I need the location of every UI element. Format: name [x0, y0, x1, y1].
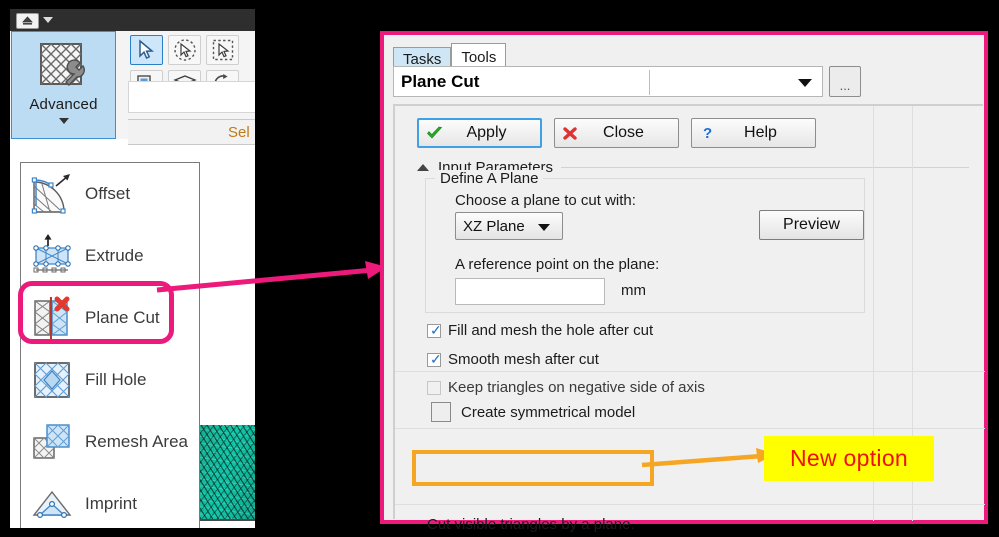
checkbox-fill-and-mesh[interactable]: ✓ Fill and mesh the hole after cut: [427, 322, 653, 339]
chevron-down-icon[interactable]: [43, 17, 53, 23]
new-option-label: New option: [789, 445, 909, 471]
advanced-flyout-menu: Offset Extrude Plane Cut Fill Hole Remes…: [20, 162, 200, 528]
dialog-title-row: Plane Cut ...: [393, 66, 961, 97]
page-title: Plane Cut: [401, 72, 480, 91]
circle-select-tool[interactable]: [168, 35, 201, 65]
remesh-area-icon: [29, 418, 77, 466]
menu-item-extrude[interactable]: Extrude: [21, 225, 199, 287]
menu-item-fill-hole[interactable]: Fill Hole: [21, 349, 199, 411]
green-check-icon: [419, 126, 449, 141]
chevron-down-icon[interactable]: [538, 224, 550, 231]
define-a-plane-legend: Define A Plane: [435, 170, 544, 187]
help-button-label: Help: [744, 124, 777, 141]
combobox-divider: [649, 70, 650, 95]
chevron-down-icon[interactable]: [798, 79, 812, 87]
reference-point-unit: mm: [621, 282, 646, 299]
application-window: Advanced Sel Offset Extrude Plane Cut Fi…: [10, 9, 255, 528]
chevron-down-icon[interactable]: [58, 118, 69, 124]
menu-item-label: Imprint: [85, 494, 137, 513]
reference-point-input[interactable]: [455, 278, 605, 305]
app-button-icon[interactable]: [16, 13, 39, 29]
imprint-icon: [29, 480, 77, 528]
plane-select-value: XZ Plane: [463, 217, 525, 235]
plane-select[interactable]: XZ Plane: [455, 212, 563, 240]
checkbox-label: Create symmetrical model: [461, 403, 636, 421]
apply-button[interactable]: Apply: [417, 118, 542, 148]
menu-item-label: Remesh Area: [85, 432, 188, 451]
checkbox-label: Smooth mesh after cut: [448, 351, 599, 368]
status-message: Cut visible triangles by a plane.: [427, 516, 635, 533]
checkbox-label: Keep triangles on negative side of axis: [448, 379, 705, 396]
screenshot-root: Advanced Sel Offset Extrude Plane Cut Fi…: [0, 0, 999, 537]
menu-item-offset[interactable]: Offset: [21, 163, 199, 225]
choose-plane-label: Choose a plane to cut with:: [455, 192, 636, 209]
checkbox-keep-triangles[interactable]: Keep triangles on negative side of axis: [427, 379, 705, 396]
more-options-button[interactable]: ...: [829, 66, 861, 97]
menu-item-label: Offset: [85, 184, 131, 203]
check-icon: ✓: [430, 321, 442, 338]
menu-item-label: Fill Hole: [85, 370, 147, 389]
menu-item-label: Extrude: [85, 246, 144, 265]
chevron-up-icon[interactable]: [417, 163, 429, 171]
plane-cut-icon: [29, 294, 77, 342]
reference-point-label: A reference point on the plane:: [455, 256, 660, 273]
body-divider-3: [395, 504, 985, 505]
dialog-action-buttons: Apply Close ? Help: [417, 118, 816, 148]
blue-question-icon: ?: [692, 125, 722, 141]
fill-hole-icon: [29, 356, 77, 404]
checkbox-box[interactable]: [431, 402, 451, 422]
ribbon-white-strip: [128, 81, 255, 113]
advanced-ribbon-button[interactable]: Advanced: [11, 31, 116, 139]
body-divider-1: [395, 371, 985, 372]
help-button[interactable]: ? Help: [691, 118, 816, 148]
menu-item-imprint[interactable]: Imprint: [21, 473, 199, 528]
checkbox-smooth-mesh[interactable]: ✓ Smooth mesh after cut: [427, 351, 599, 368]
menu-item-plane-cut[interactable]: Plane Cut: [21, 287, 199, 349]
body-divider-2: [395, 428, 985, 429]
checkbox-box[interactable]: [427, 380, 441, 395]
svg-text:?: ?: [703, 125, 712, 141]
red-x-icon: [555, 126, 585, 141]
checkbox-label: Fill and mesh the hole after cut: [448, 322, 654, 339]
advanced-button-label: Advanced: [29, 96, 98, 113]
menu-item-label: Plane Cut: [85, 308, 160, 327]
extrude-mesh-icon: [29, 232, 77, 280]
preview-button[interactable]: Preview: [759, 210, 864, 240]
window-titlebar: [10, 9, 255, 31]
selection-status-bar: Sel: [128, 119, 255, 145]
check-icon: ✓: [430, 350, 442, 367]
new-option-callout: New option: [764, 436, 934, 481]
selection-label: Sel: [228, 124, 250, 141]
menu-item-remesh-area[interactable]: Remesh Area: [21, 411, 199, 473]
checkbox-create-symmetrical-model[interactable]: Create symmetrical model: [431, 402, 635, 422]
tool-name-combobox[interactable]: Plane Cut: [393, 66, 823, 97]
offset-mesh-icon: [29, 170, 77, 218]
apply-button-label: Apply: [466, 124, 507, 141]
mesh-wrench-icon: [38, 41, 90, 94]
checkbox-box[interactable]: ✓: [427, 321, 442, 338]
checkbox-box[interactable]: ✓: [427, 350, 442, 367]
rectangle-select-tool[interactable]: [206, 35, 239, 65]
close-button-label: Close: [603, 124, 644, 141]
select-arrow-tool[interactable]: [130, 35, 163, 65]
section-rule: [561, 166, 969, 168]
close-button[interactable]: Close: [554, 118, 679, 148]
